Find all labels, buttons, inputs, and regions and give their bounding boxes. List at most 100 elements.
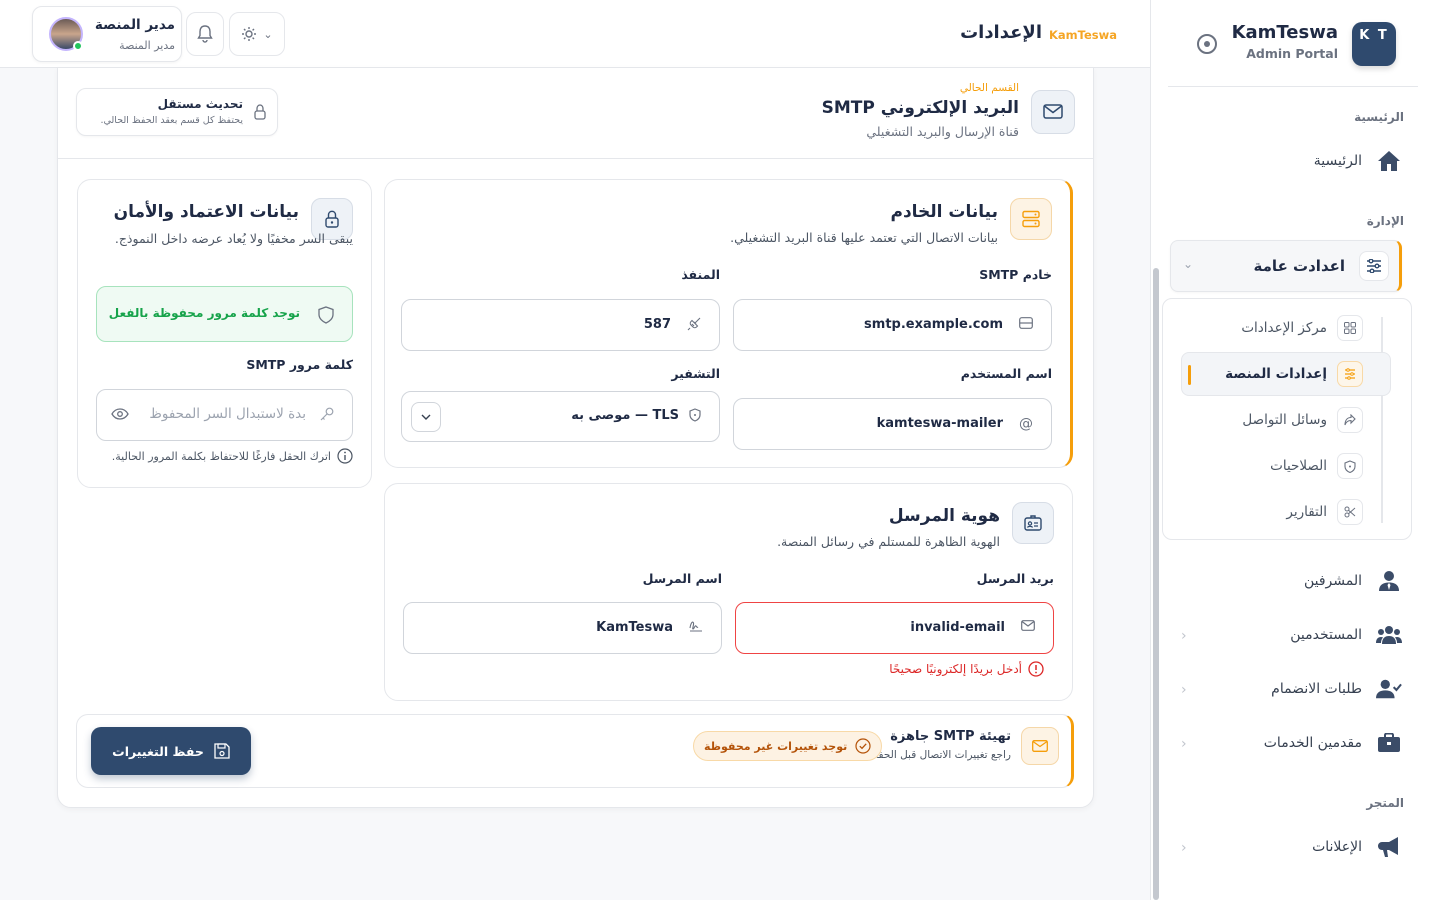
server-small-icon xyxy=(1019,317,1033,329)
sender-email-error: أدخل بريدًا إلكترونيًا صحيحًا xyxy=(889,661,1044,677)
sidebar-item-label: طلبات الانضمام xyxy=(1271,681,1362,697)
section-tag: القسم الحالي xyxy=(959,82,1019,94)
sidebar-toggle-icon[interactable] xyxy=(1197,34,1217,54)
username-field[interactable]: @ kamteswa-mailer xyxy=(733,398,1052,450)
sidebar-item-home[interactable]: الرئيسية xyxy=(1314,146,1402,176)
submenu-label: مركز الإعدادات xyxy=(1241,320,1327,336)
sidebar-item-label: المستخدمين xyxy=(1290,627,1362,643)
chevron-down-icon: ⌄ xyxy=(1183,257,1194,271)
sidebar: K T KamTeswa Admin Portal الرئيسية الرئي… xyxy=(1150,0,1440,900)
sender-email-field[interactable]: invalid-email xyxy=(735,602,1054,654)
id-card-icon xyxy=(1012,502,1054,544)
brand-logo: K T xyxy=(1352,22,1396,66)
section-store-label: المتجر xyxy=(1366,796,1404,810)
grid-icon xyxy=(1337,315,1363,341)
sidebar-item-join-requests[interactable]: طلبات الانضمام xyxy=(1271,674,1402,704)
credentials-title: بيانات الاعتماد والأمان xyxy=(113,202,299,222)
at-icon: @ xyxy=(1019,416,1033,432)
credentials-panel: بيانات الاعتماد والأمان يبقى السر مخفيًا… xyxy=(77,179,372,488)
smtp-host-field[interactable]: smtp.example.com xyxy=(733,299,1052,351)
sidebar-item-label: المشرفين xyxy=(1303,573,1362,589)
smtp-password-label: كلمة مرور SMTP xyxy=(246,357,353,372)
password-hint: اترك الحقل فارغًا للاحتفاظ بكلمة المرور … xyxy=(112,448,353,464)
password-placeholder: بدة لاستبدال السر المحفوظ xyxy=(149,406,306,422)
megaphone-icon xyxy=(1376,835,1402,859)
save-label: حفظ التغييرات xyxy=(112,743,204,759)
error-text: أدخل بريدًا إلكترونيًا صحيحًا xyxy=(889,662,1022,676)
credentials-subtitle: يبقى السر مخفيًا ولا يُعاد عرضه داخل الن… xyxy=(114,231,353,246)
sidebar-group-general-settings[interactable]: اعدادت عامة ⌄ xyxy=(1170,240,1402,292)
encryption-select[interactable]: TLS — موصى به xyxy=(401,391,720,442)
theme-toggle-button[interactable]: ⌄ xyxy=(229,12,285,56)
user-check-icon xyxy=(1376,677,1402,701)
user-menu[interactable]: مدير المنصة مدير المنصة xyxy=(32,6,182,62)
port-value: 587 xyxy=(643,317,671,332)
chevron-down-icon: ⌄ xyxy=(263,27,273,41)
eye-icon[interactable] xyxy=(111,408,129,420)
sender-name-value: KamTeswa xyxy=(596,620,673,635)
avatar xyxy=(49,17,83,51)
password-saved-text: توجد كلمة مرور محفوظة بالفعل xyxy=(108,306,300,320)
encryption-value: TLS — موصى به xyxy=(571,408,679,423)
mail-icon xyxy=(1021,727,1059,765)
chevron-left-icon: ‹ xyxy=(1181,736,1187,752)
section-title: البريد الإلكتروني SMTP xyxy=(821,98,1019,118)
key-icon xyxy=(320,407,334,421)
server-panel: بيانات الخادم بيانات الاتصال التي تعتمد … xyxy=(384,179,1073,468)
submenu-label: التقارير xyxy=(1286,504,1327,520)
submenu-line xyxy=(1381,317,1383,523)
sliders-icon xyxy=(1359,251,1389,281)
password-hint-text: اترك الحقل فارغًا للاحتفاظ بكلمة المرور … xyxy=(111,449,331,463)
submenu-item-reports[interactable]: التقارير xyxy=(1213,497,1363,527)
submenu-item-platform-settings[interactable]: إعدادات المنصة xyxy=(1213,359,1363,389)
submenu-item-social[interactable]: وسائل التواصل xyxy=(1213,405,1363,435)
active-indicator xyxy=(1188,365,1191,385)
submenu-label: الصلاحيات xyxy=(1270,458,1327,474)
page-title: الإعدادات xyxy=(960,22,1042,43)
shield-icon xyxy=(689,408,701,422)
password-saved-notice: توجد كلمة مرور محفوظة بالفعل xyxy=(96,286,353,342)
submenu-item-settings-center[interactable]: مركز الإعدادات xyxy=(1213,313,1363,343)
user-role: مدير المنصة xyxy=(119,39,175,52)
port-label: المنفذ xyxy=(681,267,720,282)
chevron-down-icon xyxy=(411,402,441,432)
briefcase-icon xyxy=(1376,731,1402,755)
sidebar-item-label: الإعلانات xyxy=(1312,839,1362,855)
smtp-host-value: smtp.example.com xyxy=(864,317,1003,332)
sender-email-value: invalid-email xyxy=(910,620,1005,635)
home-icon xyxy=(1376,149,1402,173)
notifications-button[interactable] xyxy=(186,12,224,56)
chevron-left-icon: ‹ xyxy=(1181,840,1187,856)
sidebar-item-providers[interactable]: مقدمين الخدمات xyxy=(1264,728,1402,758)
info-icon xyxy=(337,448,353,464)
lock-refresh-icon xyxy=(253,104,267,120)
sun-icon xyxy=(241,26,257,42)
sidebar-scrollbar[interactable] xyxy=(1153,268,1159,900)
online-status-dot xyxy=(73,41,83,51)
sender-name-field[interactable]: KamTeswa xyxy=(403,602,722,654)
save-changes-button[interactable]: حفظ التغييرات xyxy=(91,727,251,775)
independent-update-subtitle: يحتفظ كل قسم بعقد الحفظ الحالي. xyxy=(100,115,243,126)
header-brand: KamTeswa xyxy=(1048,28,1117,42)
shield-icon xyxy=(1337,453,1363,479)
smtp-password-field[interactable]: بدة لاستبدال السر المحفوظ xyxy=(96,389,353,441)
sender-name-label: اسم المرسل xyxy=(642,571,722,586)
submenu-item-permissions[interactable]: الصلاحيات xyxy=(1213,451,1363,481)
sidebar-item-users[interactable]: المستخدمين xyxy=(1290,620,1402,650)
error-icon xyxy=(1028,661,1044,677)
brand-subtitle: Admin Portal xyxy=(1246,46,1338,61)
sidebar-item-supervisors[interactable]: المشرفين xyxy=(1304,566,1402,596)
sidebar-item-ads[interactable]: الإعلانات xyxy=(1312,832,1402,862)
shield-icon xyxy=(318,306,334,324)
port-field[interactable]: 587 xyxy=(401,299,720,351)
mail-icon xyxy=(1021,620,1035,631)
section-admin-label: الإدارة xyxy=(1366,214,1404,228)
unsaved-changes-badge: توجد تغييرات غير محفوظة xyxy=(693,731,883,761)
plug-icon xyxy=(687,317,701,331)
username-label: اسم المستخدم xyxy=(960,366,1052,381)
sender-title: هوية المرسل xyxy=(888,506,1000,526)
section-divider xyxy=(58,158,1093,159)
sliders-icon xyxy=(1337,361,1363,387)
chevron-left-icon: ‹ xyxy=(1181,628,1187,644)
independent-update-title: تحديث مستقل xyxy=(157,97,243,111)
